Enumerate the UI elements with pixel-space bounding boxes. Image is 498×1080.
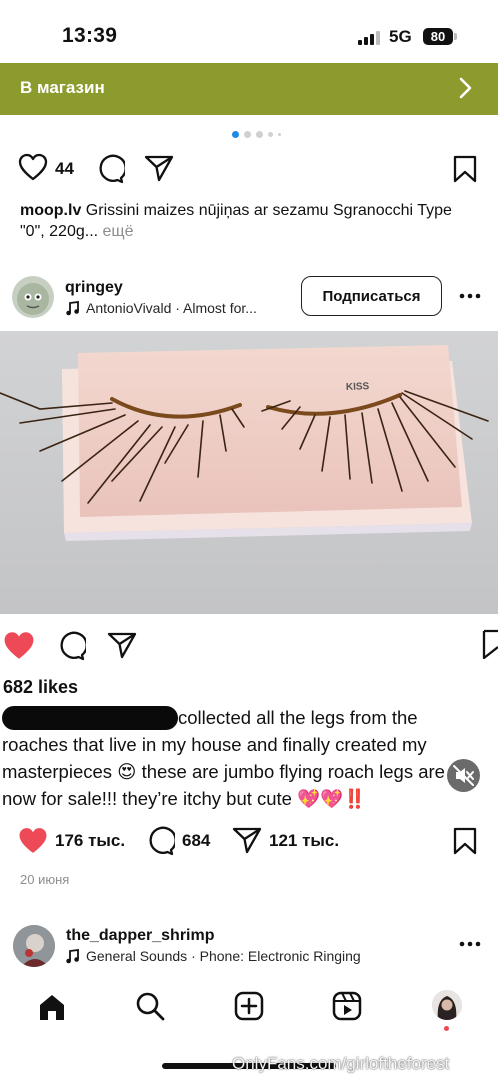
network-label: 5G — [389, 27, 412, 46]
carousel-dot — [268, 131, 273, 137]
signal-icon — [358, 31, 380, 45]
create-post-icon[interactable] — [234, 991, 264, 1021]
share-icon[interactable] — [144, 154, 174, 182]
more-link[interactable]: ещё — [103, 223, 134, 240]
meme-text-line1: collected all the legs from the — [178, 707, 418, 728]
chevron-right-icon — [459, 77, 472, 99]
comment-icon[interactable] — [95, 154, 125, 184]
home-icon[interactable] — [37, 993, 67, 1021]
music-note-icon — [66, 949, 79, 964]
carousel-dots — [232, 130, 281, 138]
bookmark-icon[interactable] — [453, 155, 477, 183]
watermark: OnlyFans.com/girloftheforest — [232, 1054, 450, 1073]
share-icon — [107, 632, 137, 659]
follow-button[interactable]: Подписаться — [301, 276, 442, 316]
carousel-dot — [244, 130, 251, 138]
mute-button[interactable] — [447, 759, 480, 792]
reels-icon[interactable] — [332, 991, 362, 1021]
like-count[interactable]: 176 тыс. — [55, 831, 125, 851]
meme-text-line3: masterpieces 😍 these are jumbo flying ro… — [2, 761, 445, 782]
carousel-dot — [256, 130, 263, 138]
meme-text: collected all the legs from the roaches … — [2, 704, 498, 812]
post-username[interactable]: qringey — [65, 279, 123, 297]
muted-speaker-icon — [453, 765, 474, 786]
share-count[interactable]: 121 тыс. — [269, 831, 339, 851]
bookmark-icon[interactable] — [453, 827, 477, 855]
search-icon[interactable] — [135, 991, 165, 1021]
heart-icon[interactable] — [18, 153, 48, 181]
more-options-icon[interactable] — [459, 293, 481, 299]
music-note-icon — [66, 301, 79, 316]
like-count: 44 — [55, 159, 74, 178]
avatar[interactable] — [12, 276, 54, 318]
more-options-icon[interactable] — [459, 941, 481, 947]
shop-button-label: В магазин — [20, 78, 105, 97]
comment-count[interactable]: 684 — [182, 831, 210, 851]
share-icon[interactable] — [232, 826, 262, 854]
post-date: 20 июня — [20, 872, 70, 887]
heart-filled-icon — [4, 632, 34, 659]
meme-text-line4: now for sale!!! they’re itchy but cute 💖… — [2, 788, 367, 809]
battery-tip — [454, 33, 457, 40]
meme-text-line2: roaches that live in my house and finall… — [2, 734, 427, 755]
bookmark-icon — [482, 629, 498, 660]
caption-text: Grissini maizes nūjiņas ar sezamu Sgrano… — [20, 202, 452, 240]
meme-likes: 682 likes — [3, 677, 79, 697]
battery-icon: 80 — [423, 28, 453, 45]
heart-filled-icon[interactable] — [17, 826, 49, 855]
brand-label: KISS — [346, 381, 370, 393]
post-audio[interactable]: General Sounds · Phone: Electronic Ringi… — [86, 948, 361, 964]
post-image[interactable]: KISS — [0, 331, 498, 614]
post-audio[interactable]: AntonioVivald · Almost for... — [86, 300, 257, 316]
comment-icon[interactable] — [145, 826, 175, 856]
post-username[interactable]: the_dapper_shrimp — [66, 927, 214, 945]
comment-icon — [60, 631, 86, 661]
caption-username[interactable]: moop.lv — [20, 202, 81, 219]
shop-button[interactable]: В магазин — [0, 63, 498, 115]
redacted-username — [2, 706, 178, 730]
carousel-dot — [232, 130, 239, 138]
avatar[interactable] — [13, 925, 55, 967]
status-time: 13:39 — [62, 24, 118, 47]
notification-dot — [444, 1026, 449, 1031]
carousel-dot — [278, 132, 281, 136]
profile-avatar[interactable] — [432, 990, 462, 1020]
post-caption: moop.lv Grissini maizes nūjiņas ar sezam… — [20, 200, 480, 242]
